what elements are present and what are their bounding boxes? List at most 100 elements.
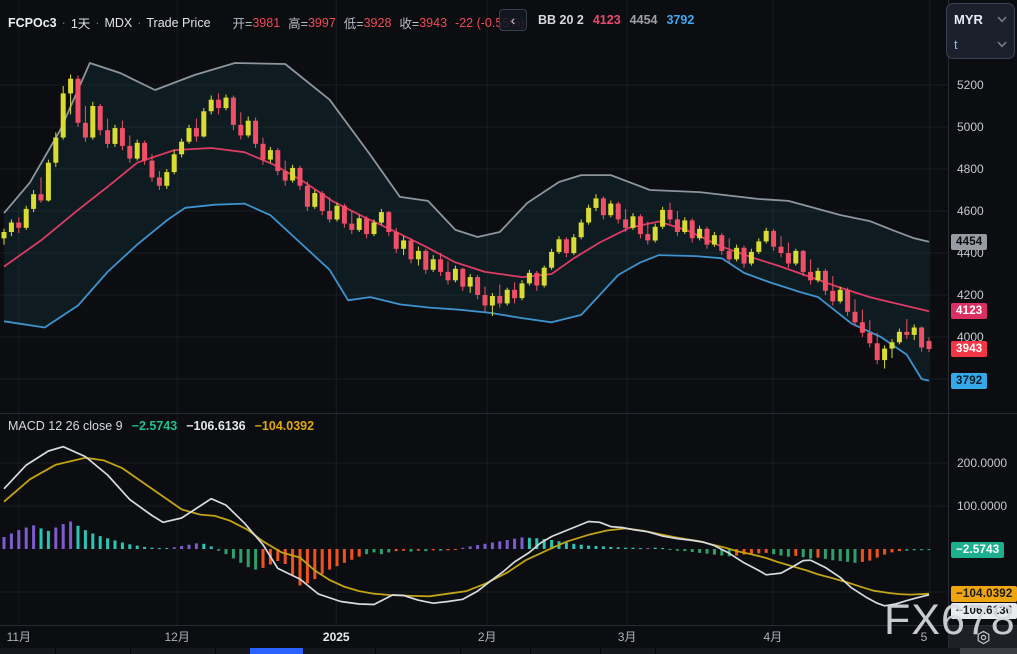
macd-histogram-bar xyxy=(121,543,124,550)
macd-histogram-bar xyxy=(321,549,324,574)
bb-value: 3792 xyxy=(666,13,694,27)
macd-histogram-bar xyxy=(920,549,923,550)
strip-segment[interactable] xyxy=(960,648,1017,654)
macd-value: −106.6136 xyxy=(186,419,245,433)
candle-body xyxy=(187,128,192,142)
candle-body xyxy=(668,210,673,220)
strip-divider xyxy=(655,648,656,654)
candle-body xyxy=(756,241,761,252)
macd-histogram-bar xyxy=(824,549,827,559)
macd-histogram-bar xyxy=(91,534,94,550)
macd-histogram-bar xyxy=(639,548,642,549)
candle-body xyxy=(601,198,606,215)
ohlc-label: 低= xyxy=(344,13,364,32)
candle-body xyxy=(557,239,562,252)
candle-body xyxy=(742,248,747,264)
macd-histogram-bar xyxy=(136,546,139,549)
macd-histogram-bar xyxy=(846,549,849,562)
candle-body xyxy=(142,143,147,161)
macd-badge: −104.0392 xyxy=(951,586,1017,602)
chevron-down-icon xyxy=(997,41,1007,48)
candle-body xyxy=(705,229,710,245)
time-axis[interactable]: 11月12月20252月3月4月5月 xyxy=(0,625,948,648)
currency-dropdown[interactable]: MYR xyxy=(954,7,1007,32)
macd-legend[interactable]: MACD 12 26 close 9 −2.5743−106.6136−104.… xyxy=(8,419,314,433)
collapse-legend-button[interactable]: ‹ xyxy=(499,9,527,31)
macd-histogram-bar xyxy=(188,545,191,549)
chart-canvas[interactable] xyxy=(0,0,948,625)
macd-badge: −106.6136 xyxy=(951,603,1017,619)
candle-body xyxy=(460,269,465,287)
candle-body xyxy=(39,194,44,200)
macd-histogram-bar xyxy=(831,549,834,560)
macd-histogram-bar xyxy=(469,546,472,549)
price-axis[interactable]: 5200500048004600440042004000200.0000100.… xyxy=(948,0,1017,654)
chevron-left-icon: ‹ xyxy=(511,12,516,28)
candle-body xyxy=(349,224,354,230)
macd-histogram-bar xyxy=(17,530,20,549)
pane-separator[interactable] xyxy=(0,413,1017,414)
bottom-strip[interactable] xyxy=(0,648,1017,654)
separator-dot: · xyxy=(137,16,141,30)
separator-dot: · xyxy=(62,16,66,30)
macd-histogram-bar xyxy=(313,549,316,579)
macd-histogram-bar xyxy=(654,548,657,549)
macd-histogram-bar xyxy=(883,549,886,555)
candle-body xyxy=(764,231,769,242)
candle-body xyxy=(734,248,739,259)
candle-body xyxy=(113,128,118,144)
candle-body xyxy=(453,269,458,281)
macd-histogram-bar xyxy=(780,549,783,556)
strip-divider xyxy=(55,648,56,654)
macd-histogram-bar xyxy=(202,544,205,549)
candle-body xyxy=(490,296,495,306)
candle-body xyxy=(298,168,303,186)
candle-body xyxy=(860,322,865,333)
ohlc-value: 3943 xyxy=(419,16,447,30)
candle-body xyxy=(446,272,451,280)
bb-legend[interactable]: BB 20 2 412344543792 xyxy=(538,13,694,27)
price-axis-tick: 4800 xyxy=(957,162,984,176)
macd-histogram-bar xyxy=(609,547,612,549)
candle-body xyxy=(631,216,636,228)
macd-histogram-bar xyxy=(328,549,331,570)
price-axis-tick: 5000 xyxy=(957,120,984,134)
macd-histogram-bar xyxy=(461,548,464,549)
interval-label[interactable]: 1天 xyxy=(71,13,90,32)
macd-histogram-bar xyxy=(572,544,575,549)
macd-histogram-bar xyxy=(128,544,131,549)
candle-body xyxy=(623,219,628,227)
candle-body xyxy=(320,193,325,211)
currency-unit-selector: MYR t xyxy=(946,3,1015,59)
axis-settings-corner[interactable] xyxy=(948,625,1017,648)
macd-histogram-bar xyxy=(380,549,383,554)
candle-body xyxy=(201,111,206,136)
macd-axis-tick: 200.0000 xyxy=(957,456,1007,470)
unit-dropdown[interactable]: t xyxy=(954,32,1007,57)
macd-histogram-bar xyxy=(195,543,198,549)
macd-histogram-bar xyxy=(114,540,117,549)
strip-divider xyxy=(530,648,531,654)
candle-body xyxy=(497,296,502,303)
macd-histogram-bar xyxy=(669,549,672,550)
candle-body xyxy=(261,144,266,160)
candle-body xyxy=(179,142,184,155)
strip-segment[interactable] xyxy=(250,648,303,654)
candle-body xyxy=(579,223,584,238)
macd-histogram-bar xyxy=(62,524,65,549)
candle-body xyxy=(335,206,340,220)
ohlc-label: 收= xyxy=(399,13,419,32)
macd-histogram-bar xyxy=(284,549,287,564)
macd-histogram-bar xyxy=(617,547,620,549)
candle-body xyxy=(290,168,295,181)
macd-histogram-bar xyxy=(565,543,568,550)
symbol-title[interactable]: FCPOc3 xyxy=(8,16,57,30)
macd-histogram-bar xyxy=(861,549,864,562)
candle-body xyxy=(801,251,806,272)
macd-histogram-bar xyxy=(498,541,501,549)
candle-body xyxy=(386,212,391,232)
candle-body xyxy=(216,100,221,108)
macd-histogram-bar xyxy=(876,549,879,558)
candle-body xyxy=(31,194,36,209)
candle-body xyxy=(845,290,850,312)
